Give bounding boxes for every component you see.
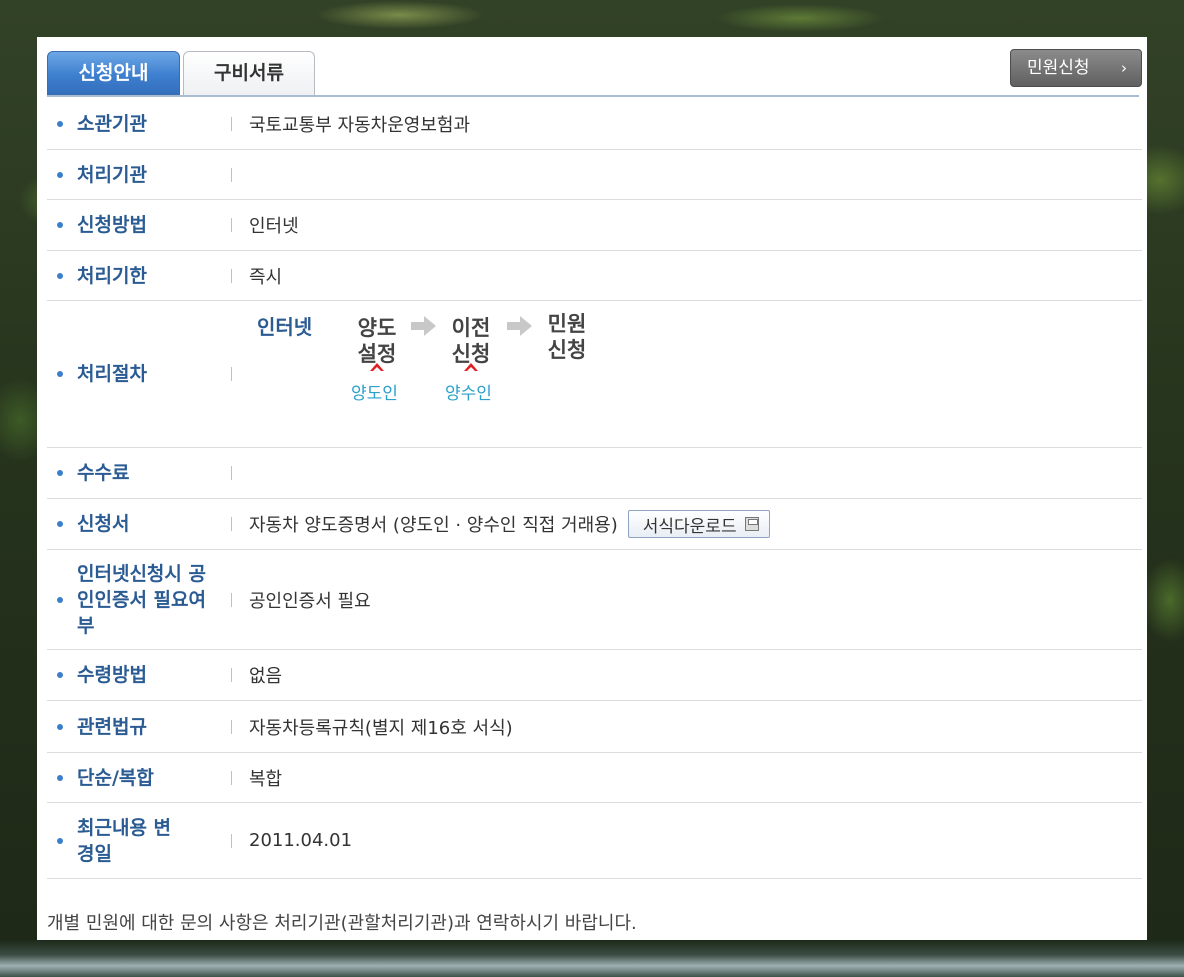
- row-value: 즉시: [249, 266, 283, 288]
- service-info-panel: 신청안내 구비서류 민원신청 › 소관기관 국토교통부 자동차운영보험과 처리기…: [37, 37, 1147, 940]
- bullet-icon: [57, 222, 63, 228]
- table-row: 최근내용 변경일 2011.04.01: [47, 803, 1142, 879]
- row-label: 관련법규: [77, 715, 147, 738]
- bullet-icon: [57, 723, 63, 730]
- background-bottom-band: [0, 940, 1184, 977]
- apply-button-label: 민원신청: [1027, 58, 1090, 78]
- tab-application-guide[interactable]: 신청안내: [47, 51, 180, 95]
- divider: [231, 517, 232, 531]
- bullet-icon: [57, 521, 63, 527]
- inquiry-notice: 개별 민원에 대한 문의 사항은 처리기관(관할처리기관)과 연락하시기 바랍니…: [47, 913, 637, 934]
- row-label: 신청서: [77, 513, 130, 535]
- table-row: 수령방법 없음: [47, 650, 1142, 701]
- row-value: 자동차등록규칙(별지 제16호 서식): [249, 717, 513, 739]
- row-label: 처리절차: [77, 363, 147, 385]
- table-row: 소관기관 국토교통부 자동차운영보험과: [47, 99, 1142, 150]
- procedure-step: 민원 신청: [547, 312, 587, 362]
- row-value: 인터넷: [249, 216, 299, 237]
- arrow-right-icon: [411, 315, 437, 337]
- download-button-label: 서식다운로드: [642, 516, 737, 537]
- table-row: 단순/복합 복합: [47, 753, 1142, 803]
- floppy-disk-icon: [744, 517, 759, 531]
- bullet-icon: [57, 371, 63, 377]
- bullet-icon: [57, 470, 63, 476]
- caret-up-icon: [464, 363, 478, 373]
- row-value: 공인인증서 필요: [249, 590, 371, 612]
- divider: [231, 833, 232, 848]
- divider: [231, 117, 232, 131]
- table-row: 신청서 자동차 양도증명서 (양도인 · 양수인 직접 거래용) 서식다운로드: [47, 499, 1142, 550]
- row-label: 처리기관: [77, 163, 147, 186]
- row-value: 복합: [249, 768, 283, 790]
- row-label: 수령방법: [77, 664, 147, 686]
- divider: [231, 218, 232, 232]
- procedure-role: 양도인: [351, 384, 398, 404]
- row-label: 인터넷신청시 공인인증서 필요여부: [77, 562, 206, 637]
- table-row: 처리기한 즉시: [47, 251, 1142, 301]
- procedure-diagram: 인터넷 양도 설정 이전 신청 민원 신청 양도인 양수인: [257, 301, 857, 447]
- apply-civil-service-button[interactable]: 민원신청 ›: [1010, 49, 1142, 87]
- row-label: 처리기한: [77, 264, 147, 287]
- row-value: 국토교통부 자동차운영보험과: [249, 115, 471, 136]
- procedure-step: 이전 신청: [451, 316, 491, 366]
- divider: [231, 719, 232, 734]
- procedure-step: 양도 설정: [357, 316, 397, 366]
- bullet-icon: [57, 272, 63, 279]
- row-label: 신청방법: [77, 214, 147, 236]
- info-table: 소관기관 국토교통부 자동차운영보험과 처리기관 신청방법 인터넷 처리기한 즉…: [47, 99, 1142, 879]
- bullet-icon: [57, 171, 63, 178]
- procedure-role: 양수인: [445, 384, 492, 404]
- row-label: 소관기관: [77, 113, 147, 135]
- divider: [231, 367, 232, 381]
- table-row: 수수료: [47, 448, 1142, 499]
- row-label: 최근내용 변경일: [77, 816, 172, 865]
- chevron-right-icon: ›: [1121, 59, 1127, 77]
- tab-required-documents[interactable]: 구비서류: [183, 51, 315, 95]
- bullet-icon: [57, 774, 63, 781]
- application-form-name: 자동차 양도증명서 (양도인 · 양수인 직접 거래용): [249, 515, 618, 536]
- row-value: 2011.04.01: [249, 830, 353, 851]
- form-download-button[interactable]: 서식다운로드: [627, 510, 770, 538]
- table-row-procedure: 처리절차 인터넷 양도 설정 이전 신청 민원 신청 양도인 양수인: [47, 301, 1142, 448]
- divider: [231, 668, 232, 682]
- tab-bar: 신청안내 구비서류: [47, 49, 1139, 97]
- row-value: 자동차 양도증명서 (양도인 · 양수인 직접 거래용) 서식다운로드: [249, 499, 770, 549]
- divider: [231, 466, 232, 480]
- bullet-icon: [57, 837, 63, 844]
- row-label: 단순/복합: [77, 766, 154, 789]
- divider: [231, 770, 232, 785]
- row-label: 수수료: [77, 462, 130, 484]
- bullet-icon: [57, 121, 63, 127]
- bullet-icon: [57, 672, 63, 678]
- procedure-title: 인터넷: [257, 315, 313, 339]
- row-value: 없음: [249, 666, 283, 687]
- arrow-right-icon: [507, 315, 533, 337]
- bullet-icon: [57, 596, 63, 603]
- divider: [231, 167, 232, 182]
- table-row: 처리기관: [47, 150, 1142, 200]
- caret-up-icon: [370, 363, 384, 373]
- divider: [231, 268, 232, 283]
- divider: [231, 592, 232, 607]
- table-row: 관련법규 자동차등록규칙(별지 제16호 서식): [47, 701, 1142, 753]
- table-row: 인터넷신청시 공인인증서 필요여부 공인인증서 필요: [47, 550, 1142, 650]
- table-row: 신청방법 인터넷: [47, 200, 1142, 251]
